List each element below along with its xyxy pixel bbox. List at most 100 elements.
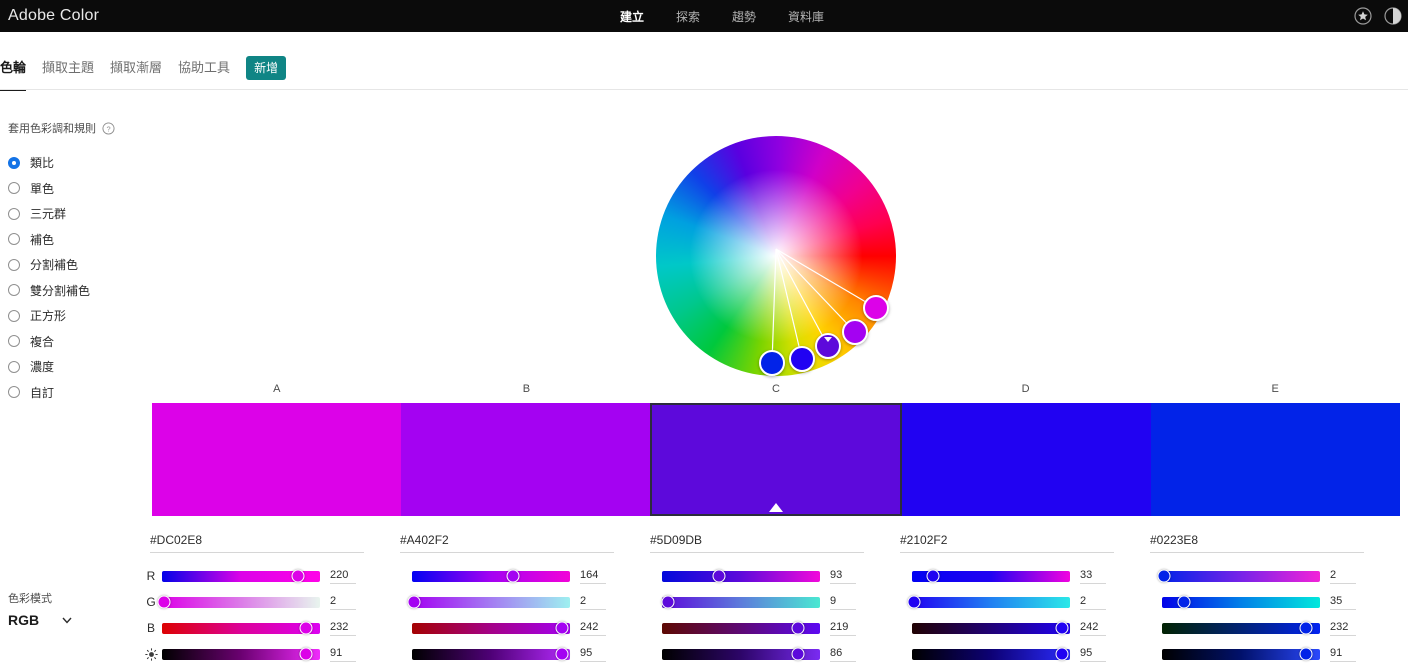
topnav-item-explore[interactable]: 探索 [676,8,700,25]
slider-knob-r[interactable] [926,569,940,583]
wheel-handle-e[interactable] [759,350,785,376]
rule-option-custom[interactable]: 自訂 [8,380,148,406]
channel-value-brightness[interactable]: 91 [1330,647,1374,662]
slider-knob-brightness[interactable] [555,647,569,661]
slider-track-g[interactable] [661,595,820,609]
slider-knob-r[interactable] [1157,569,1171,583]
slider-knob-r[interactable] [712,569,726,583]
rule-option-shades[interactable]: 濃度 [8,354,148,380]
slider-knob-b[interactable] [555,621,569,635]
slider-track-brightness[interactable] [912,647,1070,661]
hex-field-e[interactable]: #0223E8 [1140,533,1390,553]
tab-extract-theme[interactable]: 擷取主題 [42,58,110,78]
slider-knob-g[interactable] [407,595,421,609]
tab-color-wheel[interactable]: 色輪 [0,58,42,91]
color-wheel[interactable] [656,136,896,376]
channel-value-b[interactable]: 232 [330,621,374,636]
channel-value-brightness[interactable]: 95 [580,647,624,662]
help-circle-icon[interactable]: ? [102,121,115,135]
rule-option-complementary[interactable]: 補色 [8,227,148,253]
topnav-item-create[interactable]: 建立 [620,8,644,25]
slider-knob-b[interactable] [1299,621,1313,635]
wheel-handle-d[interactable] [789,346,815,372]
swatch-label-a: A [273,383,281,395]
hex-field-b[interactable]: #A402F2 [390,533,640,553]
channel-value-g[interactable]: 2 [580,595,624,610]
tab-accessibility[interactable]: 協助工具 [178,58,246,78]
rule-option-analogous[interactable]: 類比 [8,150,148,176]
slider-track-b[interactable] [912,621,1070,635]
slider-knob-g[interactable] [1177,595,1191,609]
channel-value-g[interactable]: 9 [830,595,874,610]
channel-value-g[interactable]: 2 [330,595,374,610]
rule-option-triad[interactable]: 三元群 [8,201,148,227]
channel-value-b[interactable]: 242 [1080,621,1124,636]
topnav-item-trends[interactable]: 趨勢 [732,8,756,25]
swatch-b[interactable] [400,403,650,516]
channel-value-r[interactable]: 2 [1330,569,1374,584]
channel-value-brightness[interactable]: 95 [1080,647,1124,662]
slider-track-brightness[interactable] [662,647,820,661]
wheel-handle-a[interactable] [863,295,889,321]
slider-track-b[interactable] [412,621,570,635]
rule-option-square[interactable]: 正方形 [8,303,148,329]
slider-knob-brightness[interactable] [299,647,313,661]
swatch-a[interactable] [152,403,401,516]
color-mode-dropdown[interactable]: RGB [8,612,138,628]
value-number: 220 [330,568,349,581]
channel-value-r[interactable]: 33 [1080,569,1124,584]
slider-knob-brightness[interactable] [791,647,805,661]
theme-contrast-icon[interactable] [1384,7,1402,25]
topnav-item-library[interactable]: 資料庫 [788,8,824,25]
rule-option-double-split-complementary[interactable]: 雙分割補色 [8,278,148,304]
slider-knob-r[interactable] [291,569,305,583]
swatch-d[interactable] [902,403,1152,516]
channel-value-g[interactable]: 2 [1080,595,1124,610]
slider-track-b[interactable] [162,621,320,635]
wheel-handle-b[interactable] [842,319,868,345]
rule-option-monochromatic[interactable]: 單色 [8,176,148,202]
slider-knob-g[interactable] [157,595,171,609]
channel-value-r[interactable]: 164 [580,569,624,584]
slider-knob-b[interactable] [791,621,805,635]
wheel-handle-c[interactable] [815,333,841,359]
star-circle-icon[interactable] [1354,7,1372,25]
slider-track-brightness[interactable] [1162,647,1320,661]
hex-field-d[interactable]: #2102F2 [890,533,1140,553]
hex-field-c[interactable]: #5D09DB [640,533,890,553]
rule-option-split-complementary[interactable]: 分割補色 [8,252,148,278]
slider-track-r[interactable] [912,569,1070,583]
slider-track-r[interactable] [662,569,820,583]
slider-knob-brightness[interactable] [1299,647,1313,661]
hex-field-a[interactable]: #DC02E8 [140,533,390,553]
slider-knob-g[interactable] [661,595,675,609]
slider-track-r[interactable] [412,569,570,583]
slider-track-g[interactable] [1162,595,1320,609]
slider-knob-b[interactable] [1055,621,1069,635]
slider-track-g[interactable] [157,595,320,609]
swatch-e[interactable] [1151,403,1400,516]
slider-track-brightness[interactable] [162,647,320,661]
channel-value-b[interactable]: 219 [830,621,874,636]
tab-extract-gradient[interactable]: 擷取漸層 [110,58,178,78]
channel-value-g[interactable]: 35 [1330,595,1374,610]
slider-knob-brightness[interactable] [1055,647,1069,661]
slider-knob-b[interactable] [299,621,313,635]
channel-value-b[interactable]: 232 [1330,621,1374,636]
slider-track-g[interactable] [407,595,570,609]
slider-knob-r[interactable] [506,569,520,583]
slider-track-g[interactable] [907,595,1070,609]
channel-value-b[interactable]: 242 [580,621,624,636]
slider-track-b[interactable] [662,621,820,635]
channel-value-r[interactable]: 93 [830,569,874,584]
rule-option-compound[interactable]: 複合 [8,329,148,355]
swatch-c[interactable] [649,403,903,516]
channel-value-r[interactable]: 220 [330,569,374,584]
channel-value-brightness[interactable]: 91 [330,647,374,662]
slider-track-brightness[interactable] [412,647,570,661]
slider-track-b[interactable] [1162,621,1320,635]
slider-track-r[interactable] [1157,569,1320,583]
slider-knob-g[interactable] [907,595,921,609]
channel-value-brightness[interactable]: 86 [830,647,874,662]
slider-track-r[interactable] [162,569,320,583]
